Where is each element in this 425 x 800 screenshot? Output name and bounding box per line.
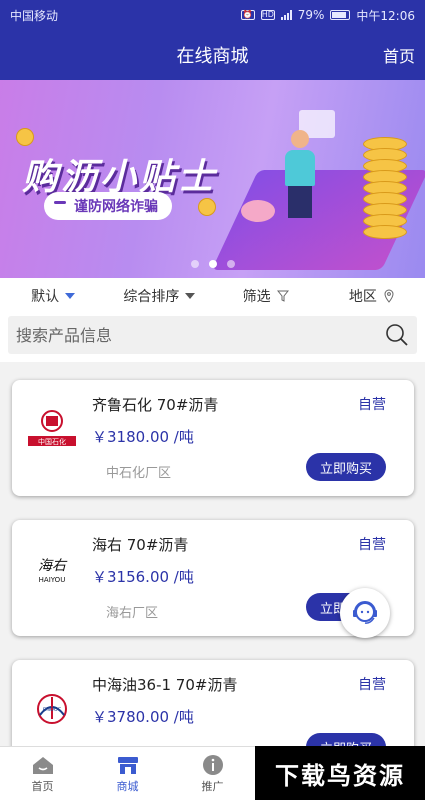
svg-text:HAIYOU: HAIYOU: [39, 576, 66, 584]
coin-stack-illustration: [363, 137, 407, 278]
chevron-down-icon: [185, 293, 196, 299]
carousel-indicator: [0, 260, 425, 268]
app-header: 在线商城 首页: [0, 30, 425, 80]
watermark: 下载鸟资源: [255, 746, 425, 800]
page-title: 在线商城: [176, 46, 249, 67]
carousel-dot[interactable]: [226, 260, 235, 268]
cnooc-logo: CNOOC: [22, 688, 82, 730]
self-operated-badge: 自营: [358, 537, 386, 553]
svg-text:CNOOC: CNOOC: [43, 707, 62, 713]
filter-bar: 默认 综合排序 筛选 地区: [0, 278, 425, 314]
hd-icon: HD: [260, 10, 275, 20]
battery-percent: 79%: [297, 8, 325, 22]
product-card[interactable]: 中国石化 齐鲁石化 70#沥青 自营 ￥3180.00 /吨 中石化厂区 立即购…: [12, 380, 414, 496]
product-price: ￥3780.00 /吨: [92, 708, 194, 726]
battery-icon: [330, 10, 351, 20]
product-area: 中石化厂区: [106, 466, 172, 481]
carousel-dot[interactable]: [190, 260, 199, 268]
tab-home[interactable]: 首页: [0, 747, 85, 800]
search-area: [0, 314, 425, 362]
customer-service-button[interactable]: [340, 588, 390, 638]
filter-screen[interactable]: 筛选: [213, 286, 319, 306]
self-operated-badge: 自营: [358, 677, 386, 693]
haiyou-logo: 海右 HAIYOU: [22, 548, 82, 590]
status-bar: 中国移动 ⏰ HD 79% 中午12:06: [0, 0, 425, 30]
headset-icon: [353, 601, 377, 624]
self-operated-badge: 自营: [358, 397, 386, 413]
product-price: ￥3156.00 /吨: [92, 568, 194, 586]
search-bar: [8, 316, 417, 354]
person-illustration: [285, 130, 315, 220]
product-name: 中海油36-1 70#沥青: [92, 676, 238, 694]
tab-promote[interactable]: 推广: [170, 747, 255, 800]
top-bar: 中国移动 ⏰ HD 79% 中午12:06 在线商城 首页: [0, 0, 425, 80]
product-name: 海右 70#沥青: [92, 536, 189, 554]
search-input[interactable]: [16, 325, 385, 345]
filter-icon: [276, 290, 289, 302]
store-icon: [117, 756, 138, 774]
filter-default[interactable]: 默认: [0, 286, 106, 306]
product-area: 海右厂区: [106, 606, 159, 621]
location-icon: [384, 289, 394, 303]
product-name: 齐鲁石化 70#沥青: [92, 396, 219, 414]
chevron-down-icon: [65, 293, 76, 299]
filter-region[interactable]: 地区: [319, 286, 425, 306]
promo-banner[interactable]: 购沥小贴士 谨防网络诈骗: [0, 80, 425, 278]
banner-subline: 谨防网络诈骗: [44, 192, 172, 220]
piggy-bank-illustration: [241, 200, 275, 222]
home-icon: [32, 756, 53, 774]
coin-illustration: [198, 198, 216, 216]
clock: 中午12:06: [356, 8, 415, 23]
tab-mall[interactable]: 商城: [85, 747, 170, 800]
home-link[interactable]: 首页: [383, 43, 415, 67]
alarm-icon: ⏰: [240, 10, 255, 20]
filter-sort[interactable]: 综合排序: [106, 286, 212, 306]
buy-now-button[interactable]: 立即购买: [305, 453, 386, 481]
info-icon: [202, 754, 223, 775]
signal-icon: [280, 10, 292, 20]
carousel-dot-active[interactable]: [208, 260, 217, 268]
svg-text:海右: 海右: [38, 558, 68, 574]
carrier-label: 中国移动: [10, 8, 59, 23]
svg-text:中国石化: 中国石化: [38, 437, 66, 446]
search-icon[interactable]: [385, 323, 409, 347]
sinopec-logo: 中国石化: [22, 408, 82, 450]
coin-illustration: [16, 128, 34, 146]
product-price: ￥3180.00 /吨: [92, 428, 194, 446]
